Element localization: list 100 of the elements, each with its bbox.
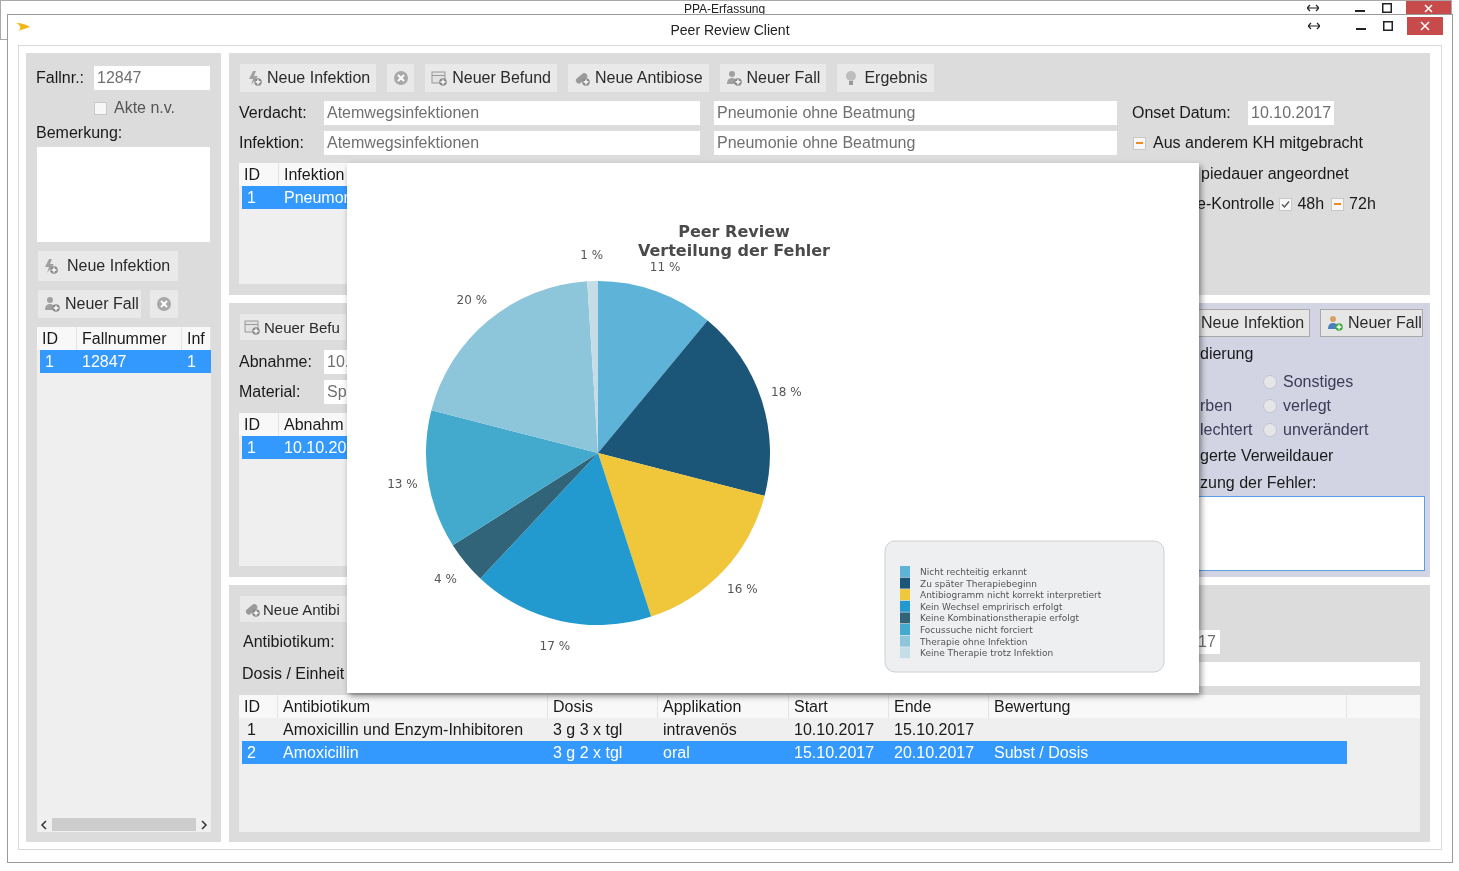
table-cell-text: 15.10.2017 xyxy=(893,720,976,739)
legend-swatch xyxy=(900,600,910,612)
legend-label: Keine Therapie trotz Infektion xyxy=(920,648,1054,659)
column-header[interactable]: Start xyxy=(789,695,889,718)
data-label: 4 % xyxy=(433,572,457,587)
delete-button[interactable] xyxy=(150,290,178,318)
input-field[interactable]: Pneumonie ohne Beatmung xyxy=(714,131,1117,155)
checkbox[interactable] xyxy=(1133,136,1146,150)
legend-label: Antibiogramm nicht korrekt interpretiert xyxy=(920,590,1102,601)
person-plus-icon xyxy=(725,70,742,86)
card-plus-icon xyxy=(431,70,448,86)
column-header[interactable]: Applikation xyxy=(658,695,789,718)
delete-button[interactable] xyxy=(387,64,415,92)
table-cell-text: oral xyxy=(662,743,691,762)
legend-swatch xyxy=(900,589,910,601)
checkbox-label: Akte n.v. xyxy=(114,99,176,117)
checkbox-label: Aus anderem KH mitgebracht xyxy=(1153,134,1363,152)
app-logo-icon xyxy=(16,23,30,31)
radio-button[interactable] xyxy=(1263,375,1277,389)
resize-icon[interactable] xyxy=(1308,22,1320,30)
column-header[interactable]: ID xyxy=(239,695,278,718)
data-label: 1 % xyxy=(580,248,604,263)
new-antibiotic-button[interactable]: Neue Antibi xyxy=(240,596,347,622)
data-label: 20 % xyxy=(456,293,488,308)
scroll-left-icon[interactable] xyxy=(40,819,48,830)
field-label: Abnahme: xyxy=(239,353,313,371)
table-cell-text: 12847 xyxy=(81,352,128,371)
field-label: Fallnr.: xyxy=(36,69,85,87)
close-icon xyxy=(1424,3,1433,13)
date-field[interactable]: 10.10.2017 xyxy=(1248,101,1334,125)
scroll-right-icon[interactable] xyxy=(200,819,208,830)
input-field[interactable]: Atemwegsinfektionen xyxy=(324,101,700,125)
window-title: Peer Review Client xyxy=(670,21,790,38)
scrollbar-thumb[interactable] xyxy=(52,818,196,831)
data-label: 11 % xyxy=(649,259,681,274)
column-header[interactable]: Dosis xyxy=(548,695,658,718)
table-cell-text: Pneumor xyxy=(283,188,350,207)
new-case-button[interactable]: Neuer Fall xyxy=(38,290,141,318)
input-field[interactable] xyxy=(1199,662,1420,686)
table-cell-text: 1 xyxy=(246,188,257,207)
data-label: 16 % xyxy=(727,581,758,596)
data-label: 18 % xyxy=(771,384,802,399)
table-cell-text: Amoxicillin xyxy=(282,743,360,762)
table-cell-text: Subst / Dosis xyxy=(993,743,1090,762)
radio-label: Sonstiges xyxy=(1283,373,1354,391)
legend-swatch xyxy=(900,577,910,589)
legend-swatch xyxy=(900,624,910,635)
legend-swatch xyxy=(900,612,910,624)
input-field[interactable]: Pneumonie ohne Beatmung xyxy=(714,101,1117,125)
option-label: zung der Fehler: xyxy=(1200,474,1317,492)
lightning-plus-icon xyxy=(246,70,262,86)
new-finding-button[interactable]: Neuer Befund xyxy=(425,64,557,92)
new-antibiotic-button[interactable]: Neue Antibiose xyxy=(567,64,709,92)
field-label: Antibiotikum: xyxy=(243,633,335,651)
option-label: piedauer angeordnet xyxy=(1201,165,1349,183)
new-case-button[interactable]: Neuer Fall xyxy=(719,64,827,92)
checkbox[interactable] xyxy=(1331,197,1345,211)
table-cell-text: 1 xyxy=(186,352,197,371)
legend-label: Therapie ohne Infektion xyxy=(920,636,1028,647)
radio-label: unverändert xyxy=(1283,421,1369,439)
lightning-plus-icon xyxy=(42,258,58,274)
new-infection-button[interactable]: Neue Infektion xyxy=(240,64,377,92)
table-cell-text: 10.10.20 xyxy=(283,438,348,457)
field-label: Infektion: xyxy=(239,134,305,152)
resize-icon[interactable] xyxy=(1307,4,1319,12)
legend-swatch xyxy=(900,647,910,659)
section-label: dierung xyxy=(1200,345,1254,363)
radio-button[interactable] xyxy=(1263,423,1277,437)
checkbox[interactable] xyxy=(1279,197,1293,211)
field-label: Bemerkung: xyxy=(36,124,123,142)
radio-button[interactable] xyxy=(1263,399,1277,413)
checkbox[interactable] xyxy=(94,101,107,115)
result-button[interactable]: Ergebnis xyxy=(837,64,934,92)
legend-label: Nicht rechteitig erkannt xyxy=(920,567,1027,577)
option-label: rben xyxy=(1200,397,1234,415)
input-field[interactable]: 12847 xyxy=(94,66,210,90)
window-title: PPA-Erfassung xyxy=(684,3,766,15)
column-header[interactable]: Bewertung xyxy=(989,695,1347,718)
close-button[interactable] xyxy=(1407,17,1443,35)
new-infection-button[interactable]: Neue Infektion xyxy=(38,251,178,281)
legend-swatch xyxy=(900,566,910,577)
table-cell-text: 3 g 2 x tgl xyxy=(552,743,624,762)
table-cell-text: 15.10.2017 xyxy=(793,743,876,762)
data-label: 17 % xyxy=(539,639,571,654)
option-label: gerte Verweildauer xyxy=(1200,447,1334,465)
legend-swatch xyxy=(900,635,910,647)
column-header[interactable]: Ende xyxy=(889,695,989,718)
person-plus-icon xyxy=(1327,315,1343,331)
close-icon xyxy=(1420,21,1430,31)
new-case-button[interactable]: Neuer Fall xyxy=(1320,309,1423,337)
input-field[interactable]: Atemwegsinfektionen xyxy=(324,131,700,155)
table-row[interactable]: 1 Amoxicillin und Enzym-Inhibitoren 3 g 3 x tgl intravenös 10.10.2017 15.10.2017 xyxy=(242,718,1347,741)
option-label: lechtert xyxy=(1200,421,1254,439)
column-header[interactable]: Antibiotikum xyxy=(278,695,548,718)
table-cell-text: 1 xyxy=(246,720,257,739)
table-cell-text: 3 g 3 x tgl xyxy=(552,720,624,739)
chart-title: Peer Review Verteilung der Fehler xyxy=(638,222,830,260)
new-finding-button[interactable]: Neuer Befu xyxy=(240,314,346,340)
table-cell-text: 1 xyxy=(246,438,257,457)
close-button[interactable] xyxy=(1406,1,1451,15)
